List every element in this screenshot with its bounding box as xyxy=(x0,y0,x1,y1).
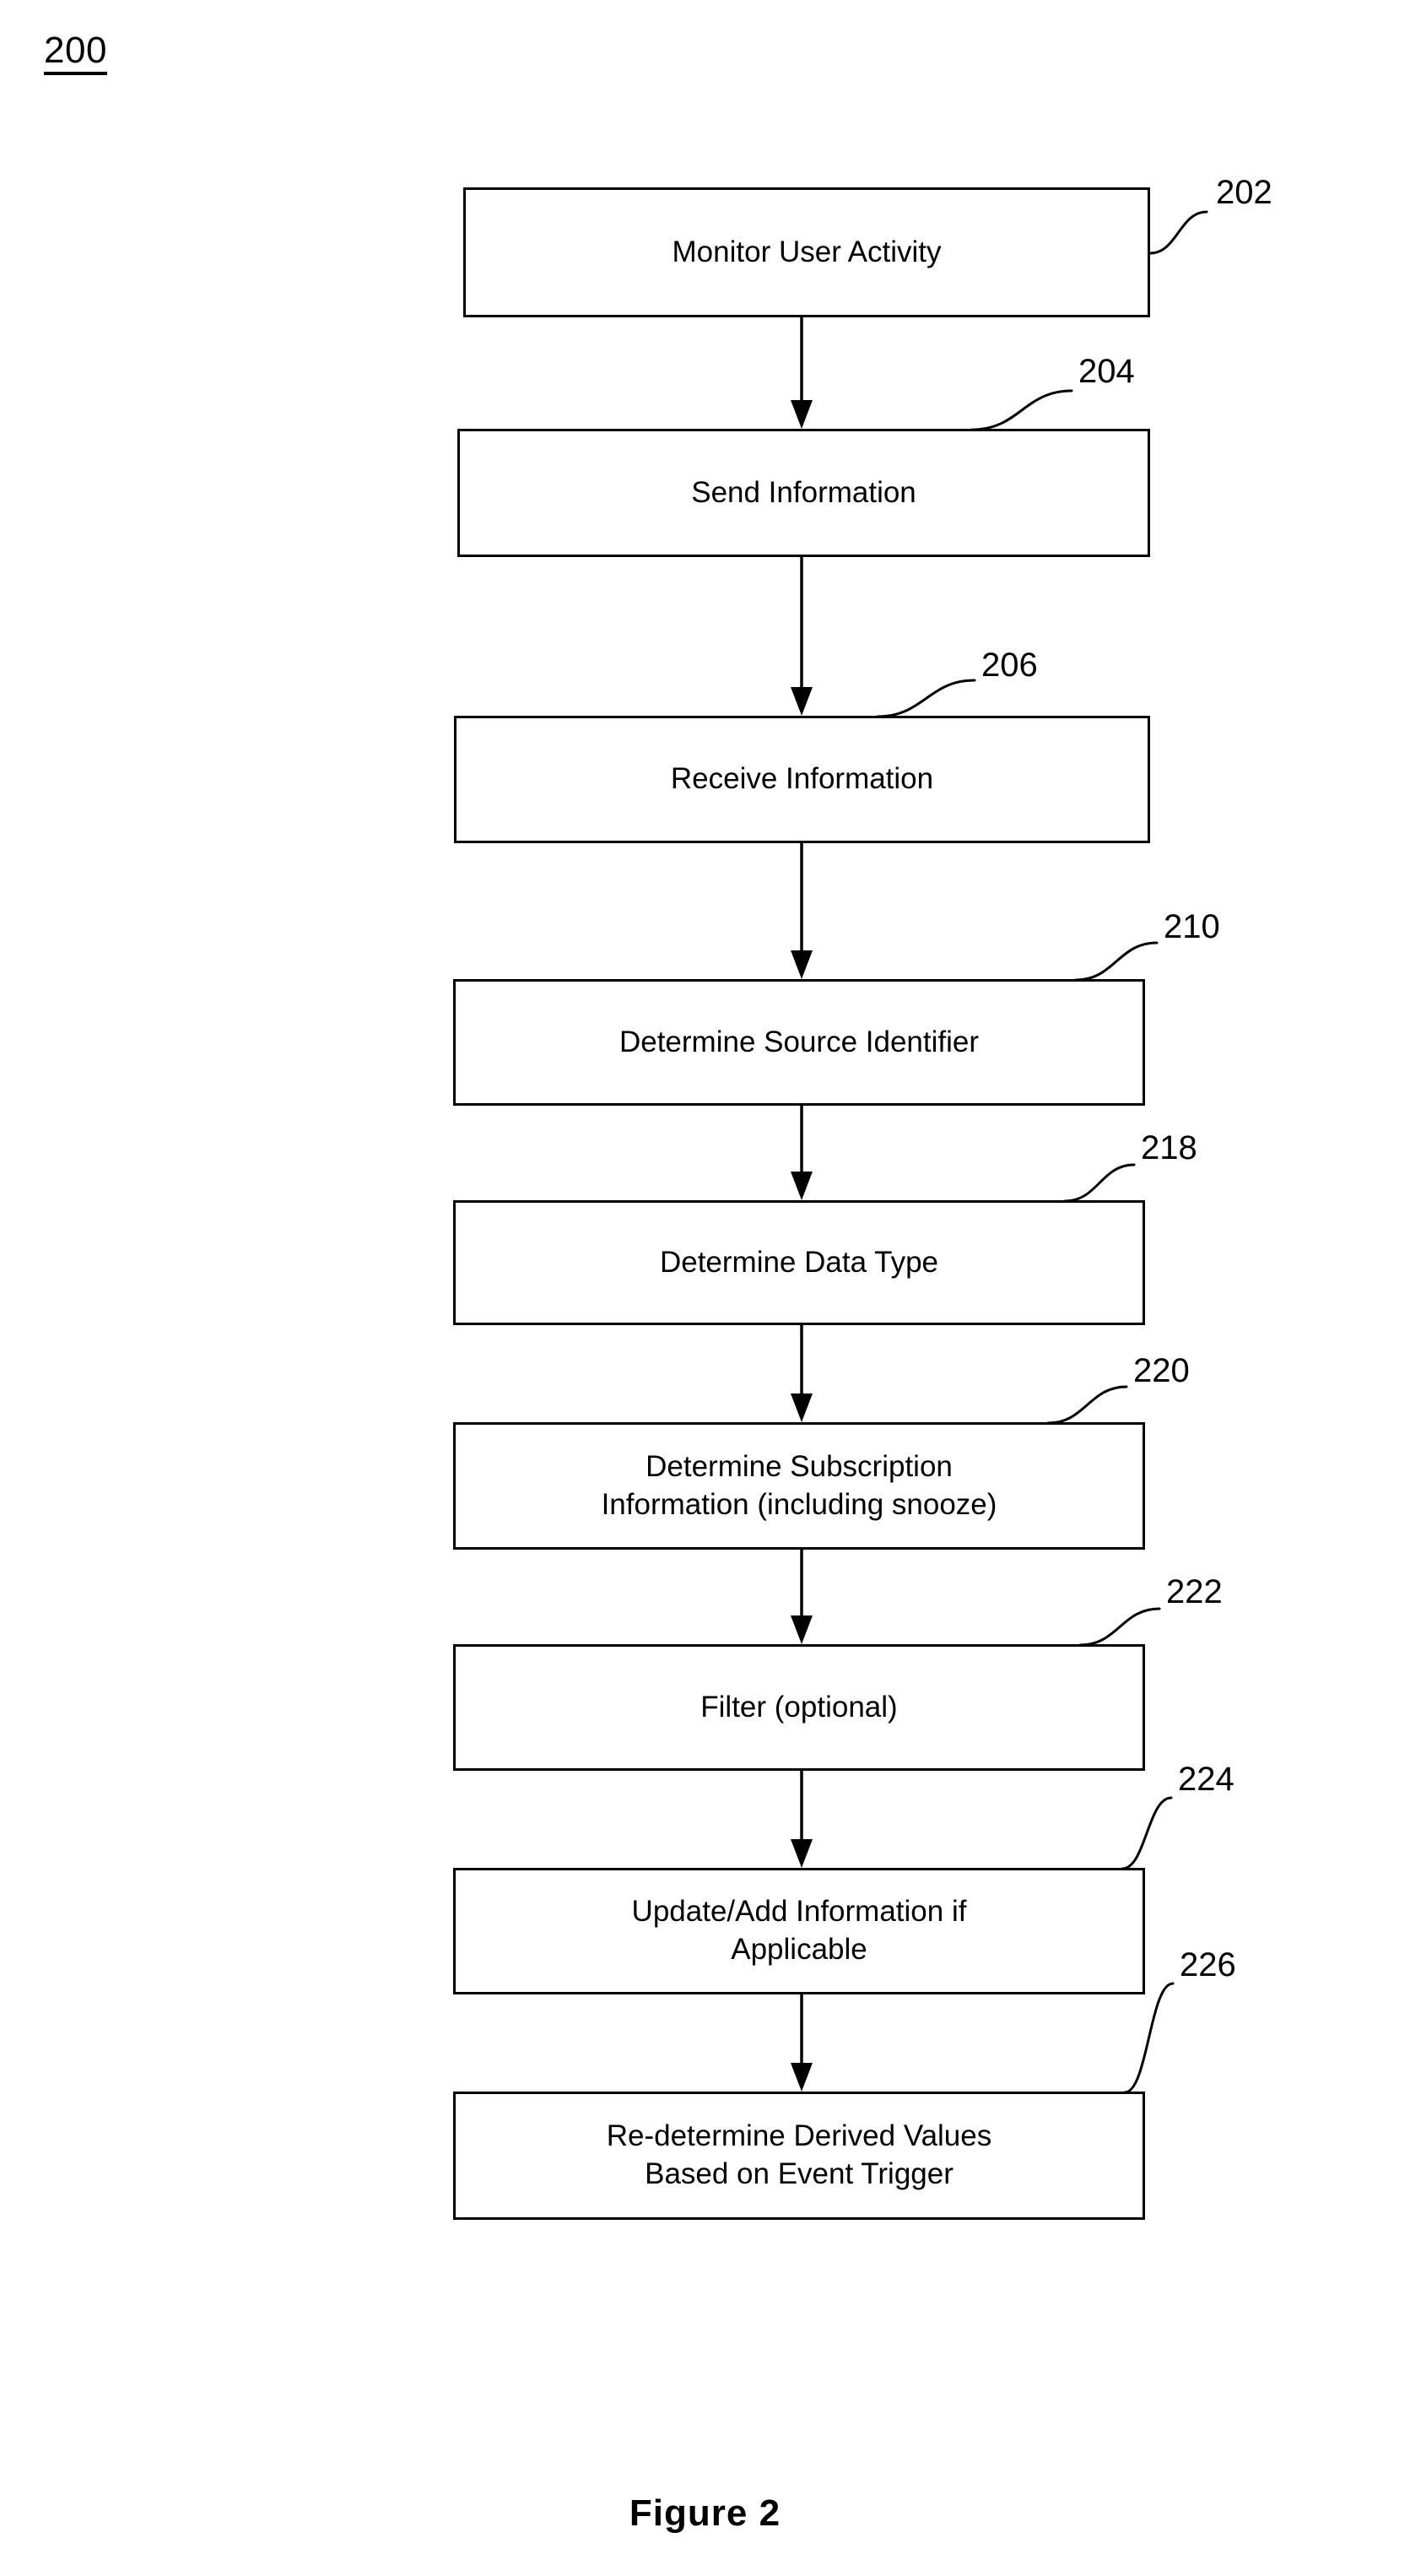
reference-leader-line-210 xyxy=(1074,941,1159,982)
figure-caption: Figure 2 xyxy=(629,2492,781,2534)
flow-step-label: Receive Information xyxy=(670,762,934,796)
connector-arrowhead xyxy=(791,1839,813,1868)
reference-numeral-222: 222 xyxy=(1166,1573,1223,1610)
reference-numeral-220: 220 xyxy=(1133,1352,1190,1389)
reference-numeral-226: 226 xyxy=(1180,1946,1236,1983)
flow-step-206[interactable]: Receive Information xyxy=(454,716,1150,843)
flow-step-224[interactable]: Update/Add Information if Applicable xyxy=(453,1868,1145,1994)
connector-arrowhead xyxy=(791,687,813,716)
flow-step-label: Update/Add Information if Applicable xyxy=(631,1895,967,1966)
reference-leader-line-206 xyxy=(876,679,976,718)
flow-step-label: Monitor User Activity xyxy=(672,235,942,268)
flowchart-canvas: Monitor User Activity 202 Send Information… xyxy=(0,0,1410,2576)
connector-arrowhead xyxy=(791,950,813,979)
reference-leader-line-220 xyxy=(1046,1385,1128,1425)
connector-arrowhead xyxy=(791,2063,813,2092)
reference-numeral-204: 204 xyxy=(1078,353,1135,390)
reference-leader-line-226 xyxy=(1123,1982,1175,2094)
reference-leader-line-222 xyxy=(1078,1607,1161,1647)
reference-numeral-224: 224 xyxy=(1178,1761,1234,1798)
reference-numeral-206: 206 xyxy=(981,647,1038,684)
connector-arrowhead xyxy=(791,1394,813,1422)
connector-arrowhead xyxy=(791,1615,813,1644)
flow-step-202[interactable]: Monitor User Activity xyxy=(463,187,1150,317)
reference-numeral-218: 218 xyxy=(1141,1129,1197,1166)
flow-step-label: Send Information xyxy=(691,475,916,509)
flow-step-label: Determine Data Type xyxy=(659,1245,939,1279)
reference-leader-line-224 xyxy=(1121,1796,1173,1870)
flow-step-210[interactable]: Determine Source Identifier xyxy=(453,979,1145,1106)
flow-step-226[interactable]: Re-determine Derived Values Based on Eve… xyxy=(453,2092,1145,2220)
flow-step-204[interactable]: Send Information xyxy=(457,429,1150,557)
connector-arrowhead xyxy=(791,400,813,429)
connector-arrowhead xyxy=(791,1172,813,1200)
reference-leader-line-204 xyxy=(970,389,1073,431)
flow-step-label: Determine Subscription Information (incl… xyxy=(601,1449,997,1521)
flow-step-label: Determine Source Identifier xyxy=(619,1025,980,1058)
flow-step-220[interactable]: Determine Subscription Information (incl… xyxy=(453,1422,1145,1550)
reference-leader-line-218 xyxy=(1063,1163,1136,1203)
reference-leader-line-202 xyxy=(1148,210,1208,255)
flow-step-label: Re-determine Derived Values Based on Eve… xyxy=(606,2119,992,2190)
flow-step-218[interactable]: Determine Data Type xyxy=(453,1200,1145,1325)
reference-numeral-202: 202 xyxy=(1216,174,1272,211)
flow-step-label: Filter (optional) xyxy=(700,1690,898,1724)
reference-numeral-210: 210 xyxy=(1164,908,1220,945)
flow-step-222[interactable]: Filter (optional) xyxy=(453,1644,1145,1771)
